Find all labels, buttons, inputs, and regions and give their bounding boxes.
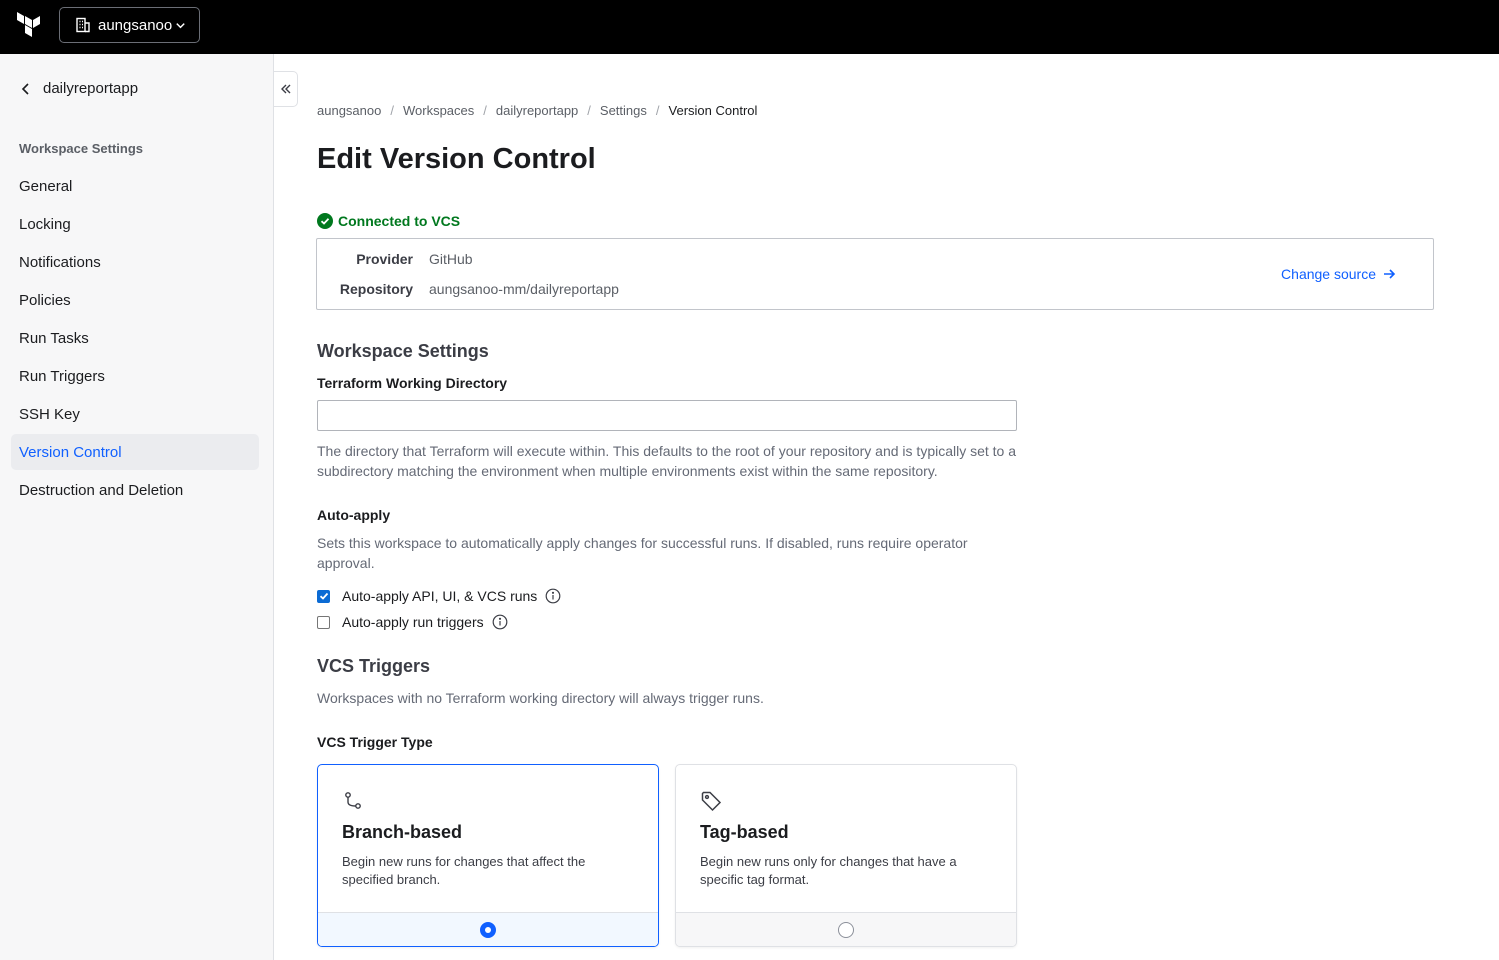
auto-apply-vcs-label[interactable]: Auto-apply API, UI, & VCS runs [342, 588, 537, 604]
check-circle-icon [317, 213, 333, 229]
sidebar-section-heading: Workspace Settings [19, 141, 144, 156]
page-title: Edit Version Control [317, 143, 596, 175]
sidebar-item-destruction-and-deletion[interactable]: Destruction and Deletion [11, 472, 259, 508]
auto-apply-vcs-checkbox[interactable] [317, 589, 330, 603]
connected-label: Connected to VCS [338, 213, 461, 229]
auto-apply-help: Sets this workspace to automatically app… [317, 535, 968, 571]
checkmark-icon [319, 592, 328, 600]
breadcrumb-org[interactable]: aungsanoo [317, 103, 381, 118]
sidebar-nav: General Locking Notifications Policies R… [11, 168, 259, 510]
working-directory-help: The directory that Terraform will execut… [317, 443, 1017, 479]
breadcrumb-current: Version Control [668, 103, 758, 118]
tag-based-trigger-card[interactable]: Tag-based Begin new runs only for change… [675, 764, 1017, 947]
sidebar-item-notifications[interactable]: Notifications [11, 244, 259, 280]
change-source-label: Change source [1281, 266, 1376, 282]
building-icon [76, 17, 90, 33]
back-link-label: dailyreportapp [43, 80, 139, 97]
workspace-settings-heading: Workspace Settings [317, 341, 489, 361]
branch-based-radio-footer [318, 912, 658, 946]
tag-based-title: Tag-based [700, 822, 789, 842]
repository-key: Repository [339, 281, 413, 297]
auto-apply-triggers-label[interactable]: Auto-apply run triggers [342, 614, 484, 630]
vcs-connection-box: Provider GitHub Repository aungsanoo-mm/da… [316, 238, 1434, 310]
info-icon[interactable] [545, 588, 561, 604]
arrow-right-icon [1384, 269, 1396, 279]
sidebar-item-version-control[interactable]: Version Control [11, 434, 259, 470]
info-icon[interactable] [492, 614, 508, 630]
change-source-link[interactable]: Change source [1281, 266, 1396, 282]
sidebar: dailyreportapp Workspace Settings Genera… [0, 54, 274, 960]
sidebar-item-run-tasks[interactable]: Run Tasks [11, 320, 259, 356]
tag-based-radio[interactable] [838, 921, 854, 938]
chevron-down-icon [176, 23, 185, 29]
breadcrumb: aungsanoo / Workspaces / dailyreportapp … [317, 103, 757, 118]
sidebar-item-ssh-key[interactable]: SSH Key [11, 396, 259, 432]
org-name: aungsanoo [98, 16, 173, 34]
sidebar-item-policies[interactable]: Policies [11, 282, 259, 318]
auto-apply-triggers-checkbox[interactable] [317, 615, 330, 629]
branch-based-description: Begin new runs for changes that affect t… [342, 854, 586, 887]
chevrons-left-icon [280, 84, 290, 94]
tag-based-description: Begin new runs only for changes that hav… [700, 854, 957, 887]
chevron-left-icon [21, 82, 29, 95]
repository-value: aungsanoo-mm/dailyreportapp [429, 281, 619, 297]
breadcrumb-settings[interactable]: Settings [600, 103, 647, 118]
provider-row: Provider GitHub [320, 251, 473, 267]
vcs-triggers-heading: VCS Triggers [317, 656, 431, 676]
breadcrumb-separator: / [483, 103, 487, 118]
breadcrumb-workspaces[interactable]: Workspaces [403, 103, 474, 118]
branch-based-trigger-card[interactable]: Branch-based Begin new runs for changes … [317, 764, 659, 947]
branch-based-title: Branch-based [342, 822, 463, 842]
tag-icon [701, 791, 722, 812]
branch-based-radio[interactable] [480, 921, 496, 938]
vcs-connected-status: Connected to VCS [317, 213, 460, 229]
breadcrumb-workspace[interactable]: dailyreportapp [496, 103, 578, 118]
collapse-sidebar-button[interactable] [274, 71, 298, 107]
auto-apply-vcs-row: Auto-apply API, UI, & VCS runs [317, 588, 561, 604]
breadcrumb-separator: / [587, 103, 591, 118]
provider-value: GitHub [429, 251, 473, 267]
working-directory-label: Terraform Working Directory [317, 375, 508, 391]
vcs-triggers-help: Workspaces with no Terraform working dir… [317, 690, 764, 706]
terraform-logo-icon[interactable] [16, 12, 42, 40]
org-switcher-button[interactable]: aungsanoo [59, 7, 200, 43]
provider-key: Provider [356, 251, 413, 267]
back-to-workspace-link[interactable]: dailyreportapp [19, 80, 138, 97]
repository-row: Repository aungsanoo-mm/dailyreportapp [320, 281, 619, 297]
top-bar: aungsanoo [0, 0, 1499, 54]
working-directory-input[interactable] [317, 400, 1017, 431]
breadcrumb-separator: / [390, 103, 394, 118]
git-branch-icon [345, 792, 361, 809]
breadcrumb-separator: / [655, 103, 660, 118]
tag-based-radio-footer [676, 912, 1016, 946]
vcs-trigger-type-label: VCS Trigger Type [317, 734, 433, 750]
sidebar-item-general[interactable]: General [11, 168, 259, 204]
auto-apply-triggers-row: Auto-apply run triggers [317, 614, 508, 630]
auto-apply-label: Auto-apply [317, 507, 391, 523]
sidebar-item-locking[interactable]: Locking [11, 206, 259, 242]
sidebar-item-run-triggers[interactable]: Run Triggers [11, 358, 259, 394]
